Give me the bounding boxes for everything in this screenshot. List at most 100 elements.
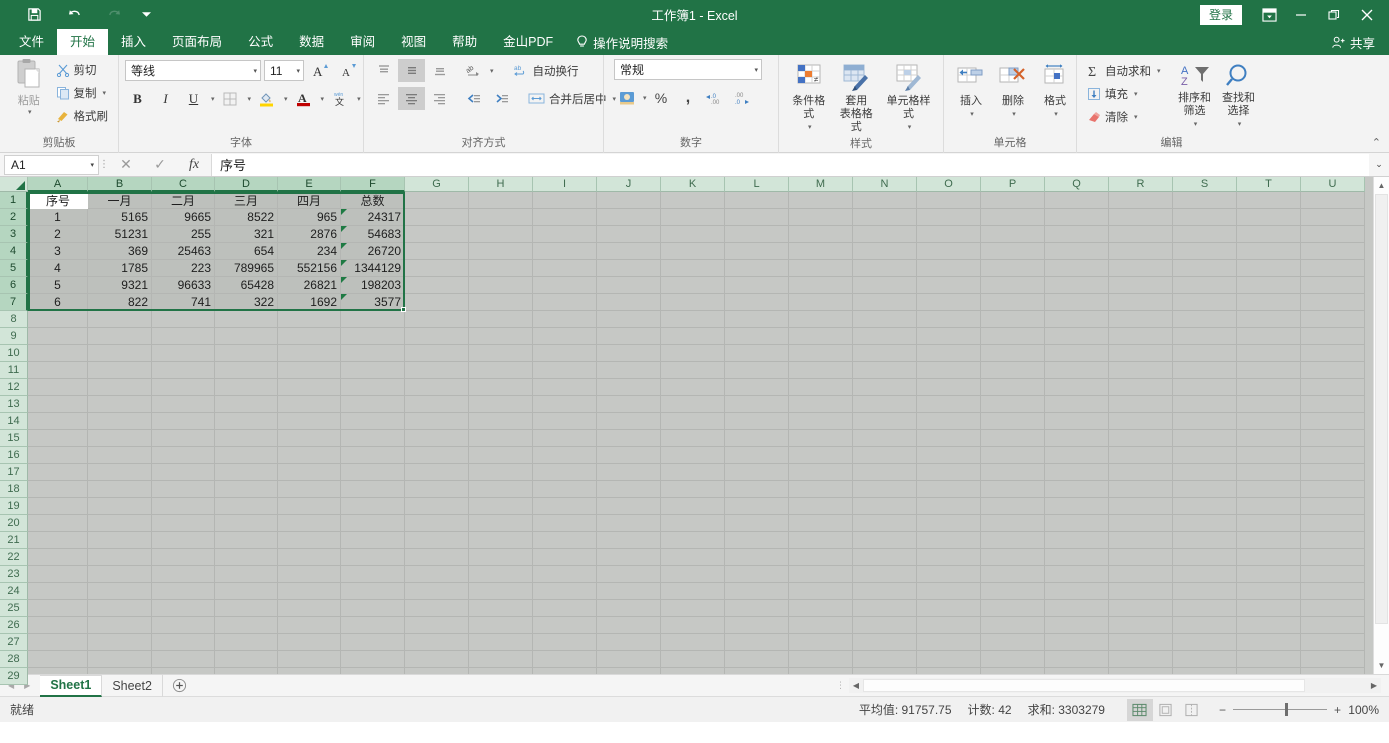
- autosum-caret-icon[interactable]: ▾: [1157, 67, 1161, 75]
- cell-T23[interactable]: [1237, 566, 1301, 583]
- sheet-tab-sheet2[interactable]: Sheet2: [102, 674, 163, 697]
- save-icon[interactable]: [14, 2, 54, 28]
- cell-S16[interactable]: [1173, 447, 1237, 464]
- cell-M17[interactable]: [789, 464, 853, 481]
- cell-U9[interactable]: [1301, 328, 1365, 345]
- cell-D16[interactable]: [215, 447, 278, 464]
- cell-G19[interactable]: [405, 498, 469, 515]
- cell-Q20[interactable]: [1045, 515, 1109, 532]
- cell-E18[interactable]: [278, 481, 341, 498]
- delete-cells-caret-icon[interactable]: ▾: [1012, 108, 1016, 121]
- row-header-14[interactable]: 14: [0, 413, 28, 430]
- cell-R3[interactable]: [1109, 226, 1173, 243]
- column-header-s[interactable]: S: [1173, 177, 1237, 192]
- cell-P3[interactable]: [981, 226, 1045, 243]
- cell-U21[interactable]: [1301, 532, 1365, 549]
- cell-H3[interactable]: [469, 226, 533, 243]
- cell-I12[interactable]: [533, 379, 597, 396]
- cell-M10[interactable]: [789, 345, 853, 362]
- cell-B16[interactable]: [88, 447, 152, 464]
- cell-J28[interactable]: [597, 651, 661, 668]
- column-header-k[interactable]: K: [661, 177, 725, 192]
- cell-I25[interactable]: [533, 600, 597, 617]
- cell-N16[interactable]: [853, 447, 917, 464]
- cell-J6[interactable]: [597, 277, 661, 294]
- increase-decimal-button[interactable]: .0.00: [703, 86, 728, 109]
- cell-K1[interactable]: [661, 192, 725, 209]
- column-header-t[interactable]: T: [1237, 177, 1301, 192]
- cell-T24[interactable]: [1237, 583, 1301, 600]
- cell-C18[interactable]: [152, 481, 215, 498]
- cell-C9[interactable]: [152, 328, 215, 345]
- cell-P25[interactable]: [981, 600, 1045, 617]
- cell-Q21[interactable]: [1045, 532, 1109, 549]
- cell-L14[interactable]: [725, 413, 789, 430]
- cell-L9[interactable]: [725, 328, 789, 345]
- cell-H25[interactable]: [469, 600, 533, 617]
- row-header-27[interactable]: 27: [0, 634, 28, 651]
- cell-B27[interactable]: [88, 634, 152, 651]
- cell-A9[interactable]: [28, 328, 88, 345]
- cell-C21[interactable]: [152, 532, 215, 549]
- cell-C7[interactable]: 741: [152, 294, 215, 311]
- cell-N29[interactable]: [853, 668, 917, 674]
- cell-N6[interactable]: [853, 277, 917, 294]
- cell-L10[interactable]: [725, 345, 789, 362]
- cell-Q4[interactable]: [1045, 243, 1109, 260]
- cell-Q6[interactable]: [1045, 277, 1109, 294]
- cell-A17[interactable]: [28, 464, 88, 481]
- cell-A10[interactable]: [28, 345, 88, 362]
- cell-M2[interactable]: [789, 209, 853, 226]
- cell-P20[interactable]: [981, 515, 1045, 532]
- column-header-h[interactable]: H: [469, 177, 533, 192]
- cell-G17[interactable]: [405, 464, 469, 481]
- cell-U28[interactable]: [1301, 651, 1365, 668]
- cell-A8[interactable]: [28, 311, 88, 328]
- cell-N19[interactable]: [853, 498, 917, 515]
- column-header-q[interactable]: Q: [1045, 177, 1109, 192]
- cell-E29[interactable]: [278, 668, 341, 674]
- scroll-up-icon[interactable]: ▲: [1374, 177, 1389, 194]
- ribbon-display-options-icon[interactable]: [1254, 0, 1284, 29]
- column-header-m[interactable]: M: [789, 177, 853, 192]
- cell-U8[interactable]: [1301, 311, 1365, 328]
- cell-S25[interactable]: [1173, 600, 1237, 617]
- cell-R19[interactable]: [1109, 498, 1173, 515]
- delete-cells-button[interactable]: 删除 ▾: [992, 61, 1034, 123]
- cell-K20[interactable]: [661, 515, 725, 532]
- cell-T6[interactable]: [1237, 277, 1301, 294]
- cell-H20[interactable]: [469, 515, 533, 532]
- cell-O10[interactable]: [917, 345, 981, 362]
- cell-C6[interactable]: 96633: [152, 277, 215, 294]
- decrease-indent-button[interactable]: [460, 87, 487, 110]
- cell-E28[interactable]: [278, 651, 341, 668]
- cell-H7[interactable]: [469, 294, 533, 311]
- cell-R13[interactable]: [1109, 396, 1173, 413]
- cell-P6[interactable]: [981, 277, 1045, 294]
- cell-R20[interactable]: [1109, 515, 1173, 532]
- cell-P4[interactable]: [981, 243, 1045, 260]
- cell-M3[interactable]: [789, 226, 853, 243]
- cell-L17[interactable]: [725, 464, 789, 481]
- cell-D10[interactable]: [215, 345, 278, 362]
- zoom-out-button[interactable]: −: [1219, 703, 1226, 717]
- cell-O20[interactable]: [917, 515, 981, 532]
- cell-G4[interactable]: [405, 243, 469, 260]
- cell-B18[interactable]: [88, 481, 152, 498]
- cell-M28[interactable]: [789, 651, 853, 668]
- column-header-c[interactable]: C: [152, 177, 215, 192]
- cell-G15[interactable]: [405, 430, 469, 447]
- cell-I18[interactable]: [533, 481, 597, 498]
- expand-formula-bar-icon[interactable]: ⌄: [1369, 159, 1389, 170]
- status-count[interactable]: 计数: 42: [968, 701, 1012, 718]
- cell-K6[interactable]: [661, 277, 725, 294]
- cell-K28[interactable]: [661, 651, 725, 668]
- cell-M11[interactable]: [789, 362, 853, 379]
- cell-D2[interactable]: 8522: [215, 209, 278, 226]
- column-header-u[interactable]: U: [1301, 177, 1365, 192]
- cell-K17[interactable]: [661, 464, 725, 481]
- cell-B25[interactable]: [88, 600, 152, 617]
- cell-Q29[interactable]: [1045, 668, 1109, 674]
- cell-Q18[interactable]: [1045, 481, 1109, 498]
- cell-B2[interactable]: 5165: [88, 209, 152, 226]
